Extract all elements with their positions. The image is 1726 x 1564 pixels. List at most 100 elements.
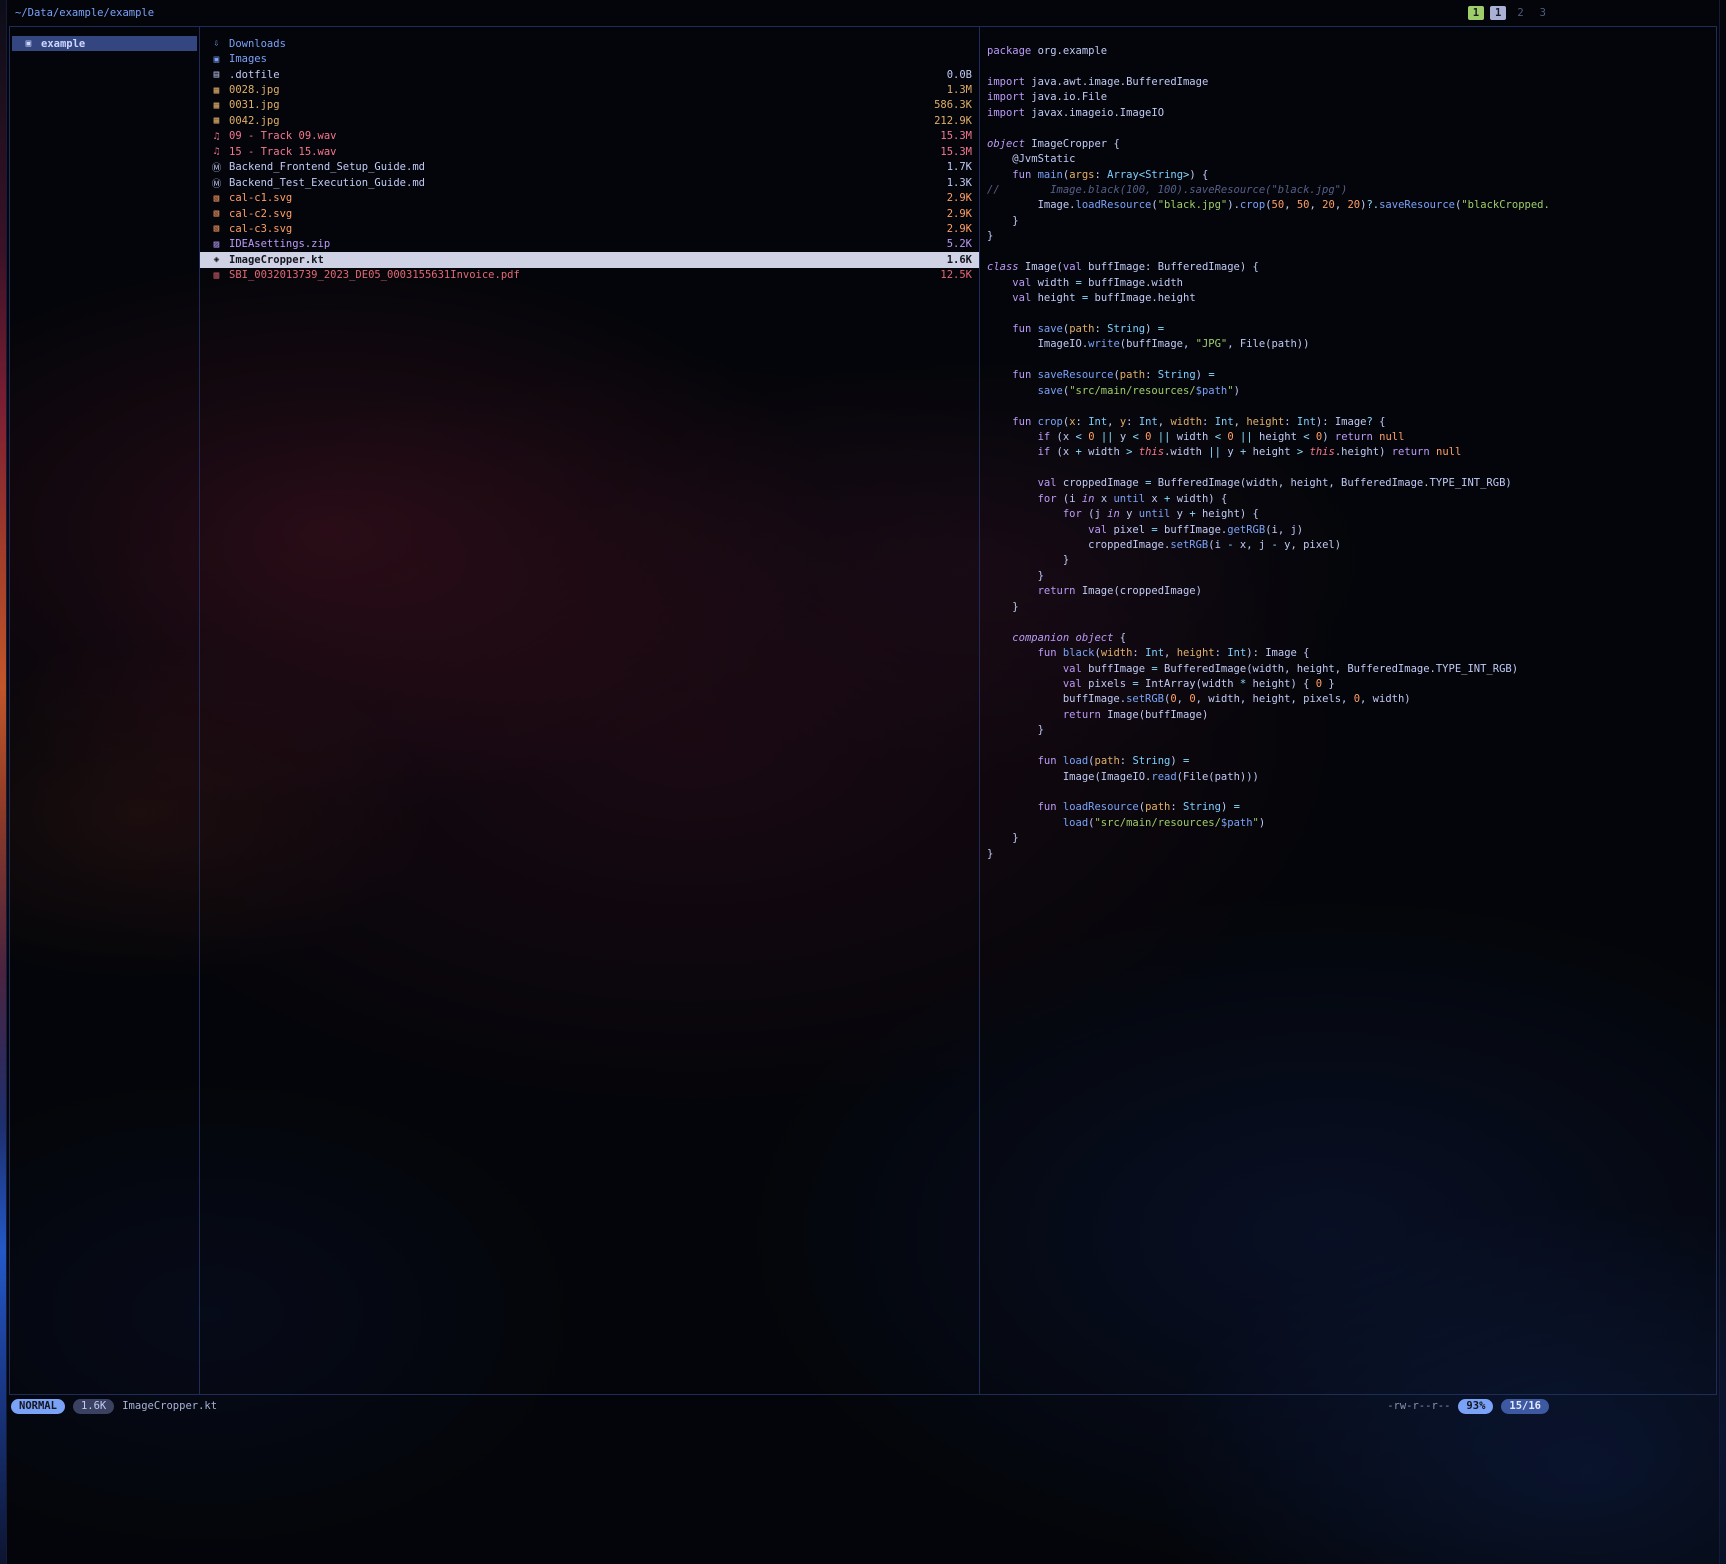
tab-1[interactable]: 1 xyxy=(1468,6,1484,20)
vector-icon: ▧ xyxy=(209,223,224,234)
file-name: IDEAsettings.zip xyxy=(229,238,330,250)
code-line: if (x < 0 || y < 0 || width < 0 || heigh… xyxy=(987,431,1716,446)
code-line: ImageIO.write(buffImage, "JPG", File(pat… xyxy=(987,338,1716,353)
code-line: } xyxy=(987,601,1716,616)
file-name: 0028.jpg xyxy=(229,84,280,96)
code-line: fun main(args: Array<String>) { xyxy=(987,169,1716,184)
file-name: .dotfile xyxy=(229,69,280,81)
image-icon: ▦ xyxy=(209,100,224,111)
code-line: } xyxy=(987,230,1716,245)
audio-icon: ♫ xyxy=(209,131,224,142)
code-line: fun crop(x: Int, y: Int, width: Int, hei… xyxy=(987,416,1716,431)
file-size-badge: 1.6K xyxy=(73,1399,114,1414)
file-list: ⇩Downloads▣Images▤.dotfile0.0B▦0028.jpg1… xyxy=(200,36,979,283)
code-line xyxy=(987,122,1716,137)
file-size: 15.3M xyxy=(932,130,972,142)
code-line: buffImage.setRGB(0, 0, width, height, pi… xyxy=(987,693,1716,708)
file-row[interactable]: ⓂBackend_Test_Execution_Guide.md1.3K xyxy=(200,175,979,190)
file-row[interactable]: ▧cal-c2.svg2.9K xyxy=(200,206,979,221)
file-row[interactable]: ▤.dotfile0.0B xyxy=(200,67,979,82)
markdown-icon: Ⓜ xyxy=(209,160,224,174)
scroll-percent-badge: 93% xyxy=(1458,1399,1493,1414)
file-size: 1.3M xyxy=(939,84,972,96)
file-list-pane: ⇩Downloads▣Images▤.dotfile0.0B▦0028.jpg1… xyxy=(200,27,980,1394)
vector-icon: ▧ xyxy=(209,208,224,219)
file-row[interactable]: ▣Images xyxy=(200,51,979,66)
file-row[interactable]: ▦ 0028.jpg 1.3M xyxy=(200,82,979,97)
file-name: cal-c2.svg xyxy=(229,208,292,220)
code-line: save("src/main/resources/$path") xyxy=(987,385,1716,400)
image-icon: ▦ xyxy=(209,85,224,96)
top-bar: ~/Data/example/example 1123 xyxy=(7,0,1719,26)
file-name: 09 - Track 09.wav xyxy=(229,130,336,142)
file-size: 5.2K xyxy=(939,238,972,250)
file-row[interactable]: Ⓜ Backend_Frontend_Setup_Guide.md 1.7K xyxy=(200,160,979,175)
file-size: 12.5K xyxy=(932,269,972,281)
file-row[interactable]: ◈ImageCropper.kt1.6K xyxy=(200,252,979,267)
code-line: val buffImage = BufferedImage(width, hei… xyxy=(987,663,1716,678)
parent-item-example[interactable]: ▣example xyxy=(12,36,197,51)
file-size: 1.7K xyxy=(939,161,972,173)
preview-pane: package org.exampleimport java.awt.image… xyxy=(980,27,1716,1394)
status-filename: ImageCropper.kt xyxy=(122,1400,217,1412)
code-line: if (x + width > this.width || y + height… xyxy=(987,446,1716,461)
file-icon: ▤ xyxy=(209,69,224,80)
code-line: fun loadResource(path: String) = xyxy=(987,801,1716,816)
code-line: croppedImage.setRGB(i - x, j - y, pixel) xyxy=(987,539,1716,554)
file-row[interactable]: ♫15 - Track 15.wav15.3M xyxy=(200,144,979,159)
file-name: Images xyxy=(229,53,267,65)
mode-badge: NORMAL xyxy=(11,1399,65,1414)
file-size: 15.3M xyxy=(932,146,972,158)
code-line: val height = buffImage.height xyxy=(987,292,1716,307)
code-line: class Image(val buffImage: BufferedImage… xyxy=(987,261,1716,276)
code-line: fun saveResource(path: String) = xyxy=(987,369,1716,384)
file-row[interactable]: ▧cal-c1.svg2.9K xyxy=(200,190,979,205)
parent-pane-list: ▣example xyxy=(10,36,199,51)
code-line: val pixels = IntArray(width * height) { … xyxy=(987,678,1716,693)
file-row[interactable]: ♫ 09 - Track 09.wav 15.3M xyxy=(200,129,979,144)
tab-1[interactable]: 1 xyxy=(1490,6,1506,20)
downloads-icon: ⇩ xyxy=(209,38,224,49)
code-line: val width = buffImage.width xyxy=(987,277,1716,292)
code-line xyxy=(987,740,1716,755)
file-row[interactable]: ▧cal-c3.svg2.9K xyxy=(200,221,979,236)
code-line: Image(ImageIO.read(File(path))) xyxy=(987,771,1716,786)
file-row[interactable]: ▦0042.jpg212.9K xyxy=(200,113,979,128)
file-name: SBI_0032013739_2023_DE05_0003155631Invoi… xyxy=(229,269,520,281)
terminal-window: ~/Data/example/example 1123 ▣example ⇩Do… xyxy=(6,0,1720,1564)
tab-bar: 1123 xyxy=(1462,6,1711,20)
code-line xyxy=(987,246,1716,261)
code-line: import javax.imageio.ImageIO xyxy=(987,107,1716,122)
file-row[interactable]: ⇩Downloads xyxy=(200,36,979,51)
code-line xyxy=(987,354,1716,369)
file-row[interactable]: ▦0031.jpg586.3K xyxy=(200,98,979,113)
code-line: fun save(path: String) = xyxy=(987,323,1716,338)
code-line: } xyxy=(987,724,1716,739)
code-line: return Image(buffImage) xyxy=(987,709,1716,724)
file-size: 2.9K xyxy=(939,223,972,235)
code-line: } xyxy=(987,848,1716,863)
code-line: object ImageCropper { xyxy=(987,138,1716,153)
code-line xyxy=(987,400,1716,415)
file-name: cal-c1.svg xyxy=(229,192,292,204)
file-name: Backend_Frontend_Setup_Guide.md xyxy=(229,161,425,173)
markdown-icon: Ⓜ xyxy=(209,176,224,190)
file-size: 212.9K xyxy=(926,115,972,127)
tab-3[interactable]: 3 xyxy=(1535,6,1551,20)
code-line xyxy=(987,616,1716,631)
file-row[interactable]: ▥SBI_0032013739_2023_DE05_0003155631Invo… xyxy=(200,268,979,283)
position-badge: 15/16 xyxy=(1501,1399,1549,1414)
code-line: import java.awt.image.BufferedImage xyxy=(987,76,1716,91)
parent-pane: ▣example xyxy=(10,27,200,1394)
code-line: // Image.black(100, 100).saveResource("b… xyxy=(987,184,1716,199)
kotlin-icon: ◈ xyxy=(209,254,224,265)
code-line: Image.loadResource("black.jpg").crop(50,… xyxy=(987,199,1716,214)
file-size: 586.3K xyxy=(926,99,972,111)
terminal-empty-area xyxy=(7,1414,1719,1564)
code-line: for (j in y until y + height) { xyxy=(987,508,1716,523)
tab-2[interactable]: 2 xyxy=(1512,6,1528,20)
wallpaper-edge-right xyxy=(1720,0,1726,1564)
file-row[interactable]: ▨IDEAsettings.zip5.2K xyxy=(200,237,979,252)
code-line: load("src/main/resources/$path") xyxy=(987,817,1716,832)
status-bar: NORMAL 1.6K ImageCropper.kt -rw-r--r-- 9… xyxy=(7,1398,1719,1414)
